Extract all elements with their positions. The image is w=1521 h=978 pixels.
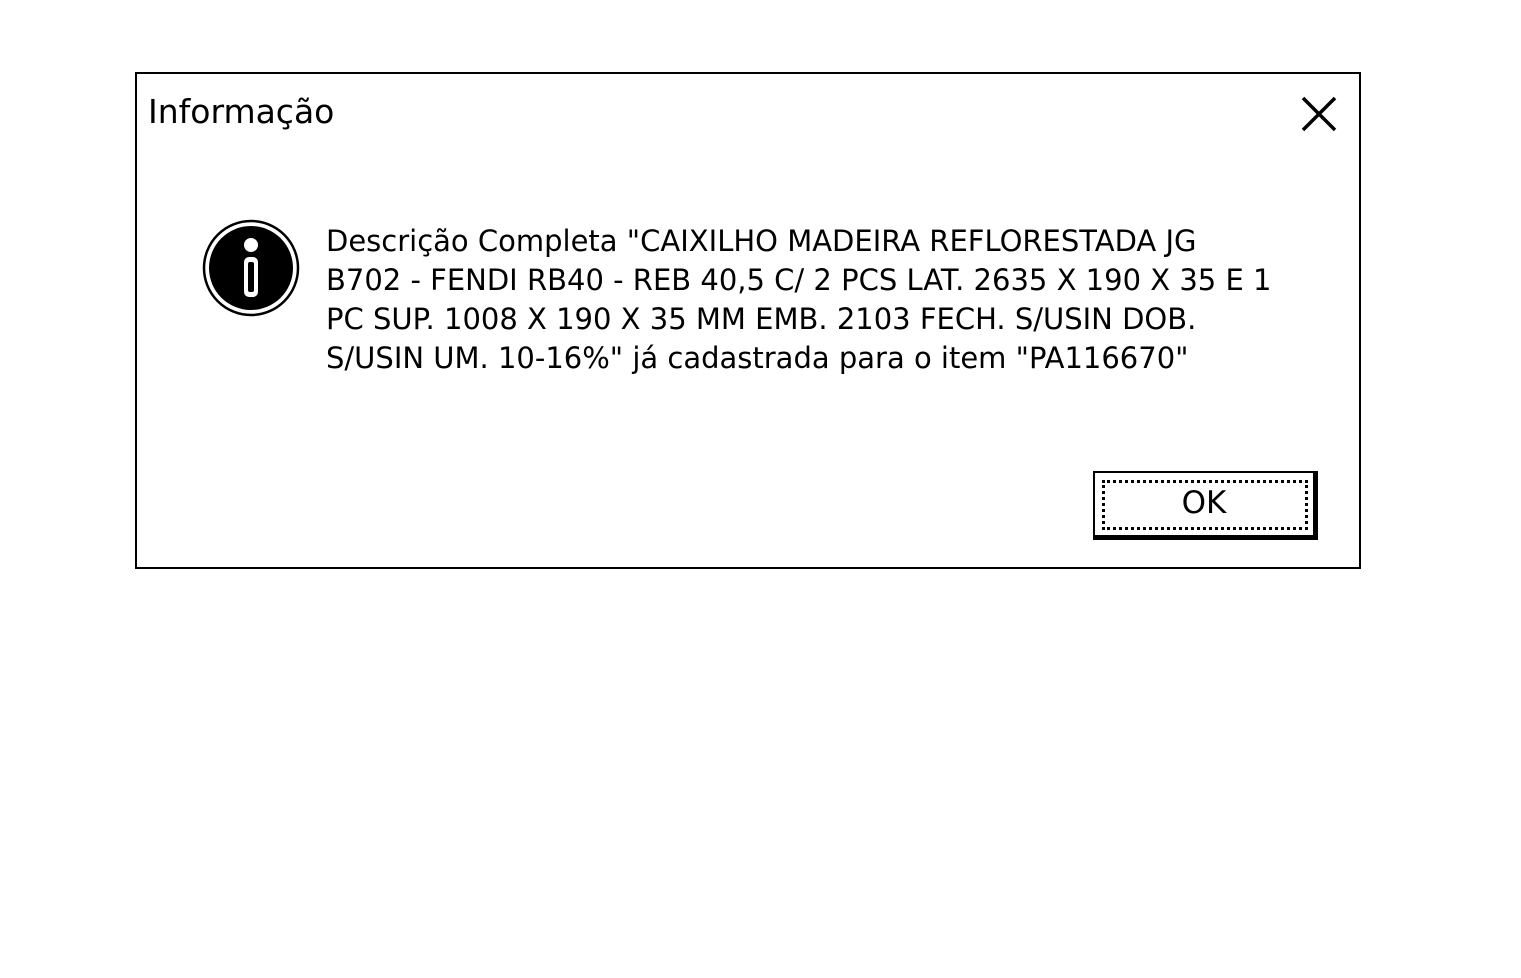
ok-button-label: OK bbox=[1181, 485, 1227, 521]
close-icon[interactable] bbox=[1299, 94, 1339, 134]
message-line: B702 - FENDI RB40 - REB 40,5 C/ 2 PCS LA… bbox=[326, 263, 1272, 297]
dialog-title: Informação bbox=[148, 92, 335, 131]
message-line: Descrição Completa "CAIXILHO MADEIRA REF… bbox=[326, 224, 1197, 258]
message-line: PC SUP. 1008 X 190 X 35 MM EMB. 2103 FEC… bbox=[326, 302, 1197, 336]
ok-button[interactable]: OK bbox=[1093, 471, 1318, 540]
info-icon bbox=[201, 218, 301, 318]
message-line: S/USIN UM. 10-16%" já cadastrada para o … bbox=[326, 341, 1189, 375]
dialog-message: Descrição Completa "CAIXILHO MADEIRA REF… bbox=[326, 222, 1286, 378]
information-dialog: Informação Descrição Completa "CAIXILHO … bbox=[135, 72, 1361, 569]
